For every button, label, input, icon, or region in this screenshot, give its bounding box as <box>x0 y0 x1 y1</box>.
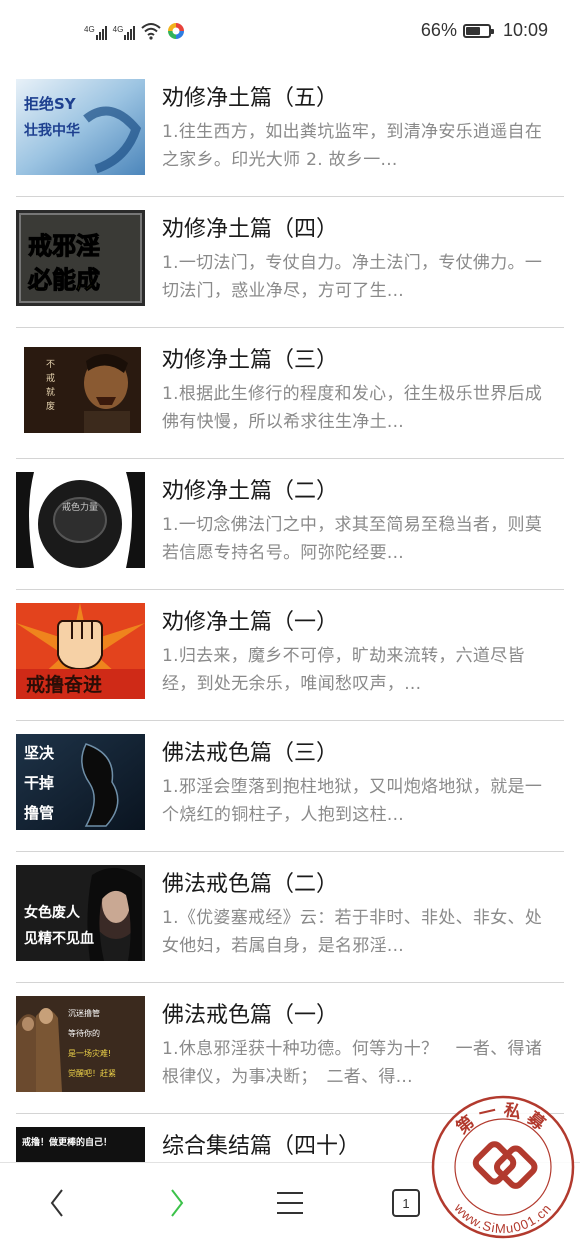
article-title: 劝修净土篇（五） <box>162 86 339 111</box>
chevron-right-icon <box>171 1189 184 1217</box>
article-title: 劝修净土篇（二） <box>162 479 339 504</box>
article-thumbnail: 女色废人 见精不见血 <box>16 865 145 961</box>
list-item[interactable]: 沉迷撸管 等待你的 是一场灾难! 觉醒吧！赶紧 佛法戒色篇（一） 1.休息邪淫获… <box>16 983 564 1114</box>
article-thumbnail: 坚决 干掉 撸管 <box>16 734 145 830</box>
article-summary: 1.休息邪淫获十种功德。何等为十？ 一者、得诸根律仪，为事决断； 二者、得... <box>162 1039 543 1087</box>
article-title: 佛法戒色篇（三） <box>162 741 339 766</box>
list-item[interactable]: 坚决 干掉 撸管 佛法戒色篇（三） 1.邪淫会堕落到抱柱地狱，又叫炮烙地狱，就是… <box>16 721 564 852</box>
thumb-text: 壮我中华 <box>24 122 80 139</box>
tabs-button[interactable]: 1 <box>386 1183 426 1223</box>
article-title: 劝修净土篇（四） <box>162 217 339 242</box>
article-thumbnail: 戒撸奋进 <box>16 603 145 699</box>
cellular-signal-icon: 4G <box>84 26 107 40</box>
thumb-text: 不 <box>46 359 55 370</box>
article-title: 佛法戒色篇（一） <box>162 1003 339 1028</box>
battery-icon <box>462 23 494 38</box>
thumb-text: 戒色力量 <box>62 501 98 513</box>
hamburger-menu-icon <box>277 1192 303 1214</box>
wifi-icon <box>141 23 162 40</box>
article-summary: 1.根据此生修行的程度和发心，往生极乐世界后成佛有快慢，所以希求往生净土... <box>162 384 543 432</box>
article-title: 综合集结篇（四十） <box>162 1134 361 1159</box>
thumb-text: 等待你的 <box>68 1028 100 1038</box>
thumb-text: 沉迷撸管 <box>68 1008 100 1018</box>
article-title: 劝修净土篇（一） <box>162 610 339 635</box>
tab-count: 1 <box>402 1195 410 1211</box>
thumb-text: 女色废人 <box>24 904 81 921</box>
article-summary: 1.往生西方，如出粪坑监牢，到清净安乐逍遥自在之家乡。印光大师 2. 故乡一..… <box>162 122 543 170</box>
article-title: 劝修净土篇（三） <box>162 348 339 373</box>
list-item[interactable]: 戒撸奋进 劝修净土篇（一） 1.归去来，魔乡不可停，旷劫来流转，六道尽皆经，到处… <box>16 590 564 721</box>
thumb-text: 坚决 <box>24 744 55 762</box>
signal-group: 4G 4G <box>84 22 185 40</box>
article-thumbnail: 戒色力量 <box>16 472 145 568</box>
article-thumbnail: 沉迷撸管 等待你的 是一场灾难! 觉醒吧！赶紧 <box>16 996 145 1092</box>
back-button[interactable] <box>38 1183 78 1223</box>
thumb-text: 废 <box>46 400 55 412</box>
article-summary: 1.一切法门，专仗自力。净土法门，专仗佛力。一切法门，惑业净尽，方可了生... <box>162 253 543 301</box>
article-thumbnail: 戒邪淫 必能成 <box>16 210 145 306</box>
article-title: 佛法戒色篇（二） <box>162 872 339 897</box>
article-summary: 1.《优婆塞戒经》云：若于非时、非处、非女、处女他妇，若属自身，是名邪淫... <box>162 908 543 956</box>
list-item[interactable]: 不 戒 就 废 劝修净土篇（三） 1.根据此生修行的程度和发心，往生极乐世界后成… <box>16 328 564 459</box>
network-type-1: 4G <box>84 25 95 34</box>
status-bar: 4G 4G 66% 10:09 <box>0 0 580 66</box>
list-item[interactable]: 戒色力量 劝修净土篇（二） 1.一切念佛法门之中，求其至简易至稳当者，则莫若信愿… <box>16 459 564 590</box>
clock: 10:09 <box>502 20 548 40</box>
battery-percent: 66% <box>420 20 457 40</box>
thumb-text: 戒撸！做更棒的自己！ <box>22 1136 112 1148</box>
thumb-text: 戒邪淫 <box>28 232 100 260</box>
thumb-text: 觉醒吧！赶紧 <box>68 1068 116 1078</box>
chevron-left-icon <box>50 1189 63 1217</box>
bottom-navigation: 1 <box>0 1162 580 1242</box>
article-thumbnail: 拒绝SY 壮我中华 <box>16 79 145 175</box>
cellular-signal-icon-2: 4G <box>113 26 136 40</box>
article-thumbnail: 不 戒 就 废 <box>16 341 145 437</box>
thumb-text: 干掉 <box>24 774 54 792</box>
thumb-text: 必能成 <box>28 266 100 294</box>
network-type-2: 4G <box>112 25 124 34</box>
thumb-text: 就 <box>46 386 55 398</box>
status-right: 66% 10:09 <box>421 20 548 41</box>
list-item[interactable]: 女色废人 见精不见血 佛法戒色篇（二） 1.《优婆塞戒经》云：若于非时、非处、非… <box>16 852 564 983</box>
forward-button[interactable] <box>156 1183 196 1223</box>
article-list: 拒绝SY 壮我中华 劝修净土篇（五） 1.往生西方，如出粪坑监牢，到清净安乐逍遥… <box>0 66 580 1245</box>
thumb-text: 戒 <box>46 372 55 384</box>
thumb-text: 见精不见血 <box>24 930 94 947</box>
app-notification-icon <box>168 23 185 39</box>
article-summary: 1.归去来，魔乡不可停，旷劫来流转，六道尽皆经，到处无余乐，唯闻愁叹声，... <box>162 646 525 694</box>
article-summary: 1.一切念佛法门之中，求其至简易至稳当者，则莫若信愿专持名号。阿弥陀经要... <box>162 515 543 563</box>
thumb-text: 撸管 <box>24 804 54 822</box>
menu-button[interactable] <box>270 1183 310 1223</box>
thumb-text: 是一场灾难! <box>68 1048 111 1058</box>
list-item[interactable]: 戒邪淫 必能成 劝修净土篇（四） 1.一切法门，专仗自力。净土法门，专仗佛力。一… <box>16 197 564 328</box>
battery-fill <box>465 26 481 35</box>
list-item[interactable]: 拒绝SY 壮我中华 劝修净土篇（五） 1.往生西方，如出粪坑监牢，到清净安乐逍遥… <box>16 66 564 197</box>
thumb-text: 拒绝SY <box>24 95 77 113</box>
article-summary: 1.邪淫会堕落到抱柱地狱，又叫炮烙地狱，就是一个烧红的铜柱子，人抱到这柱... <box>162 777 543 825</box>
thumb-text: 戒撸奋进 <box>26 673 102 696</box>
